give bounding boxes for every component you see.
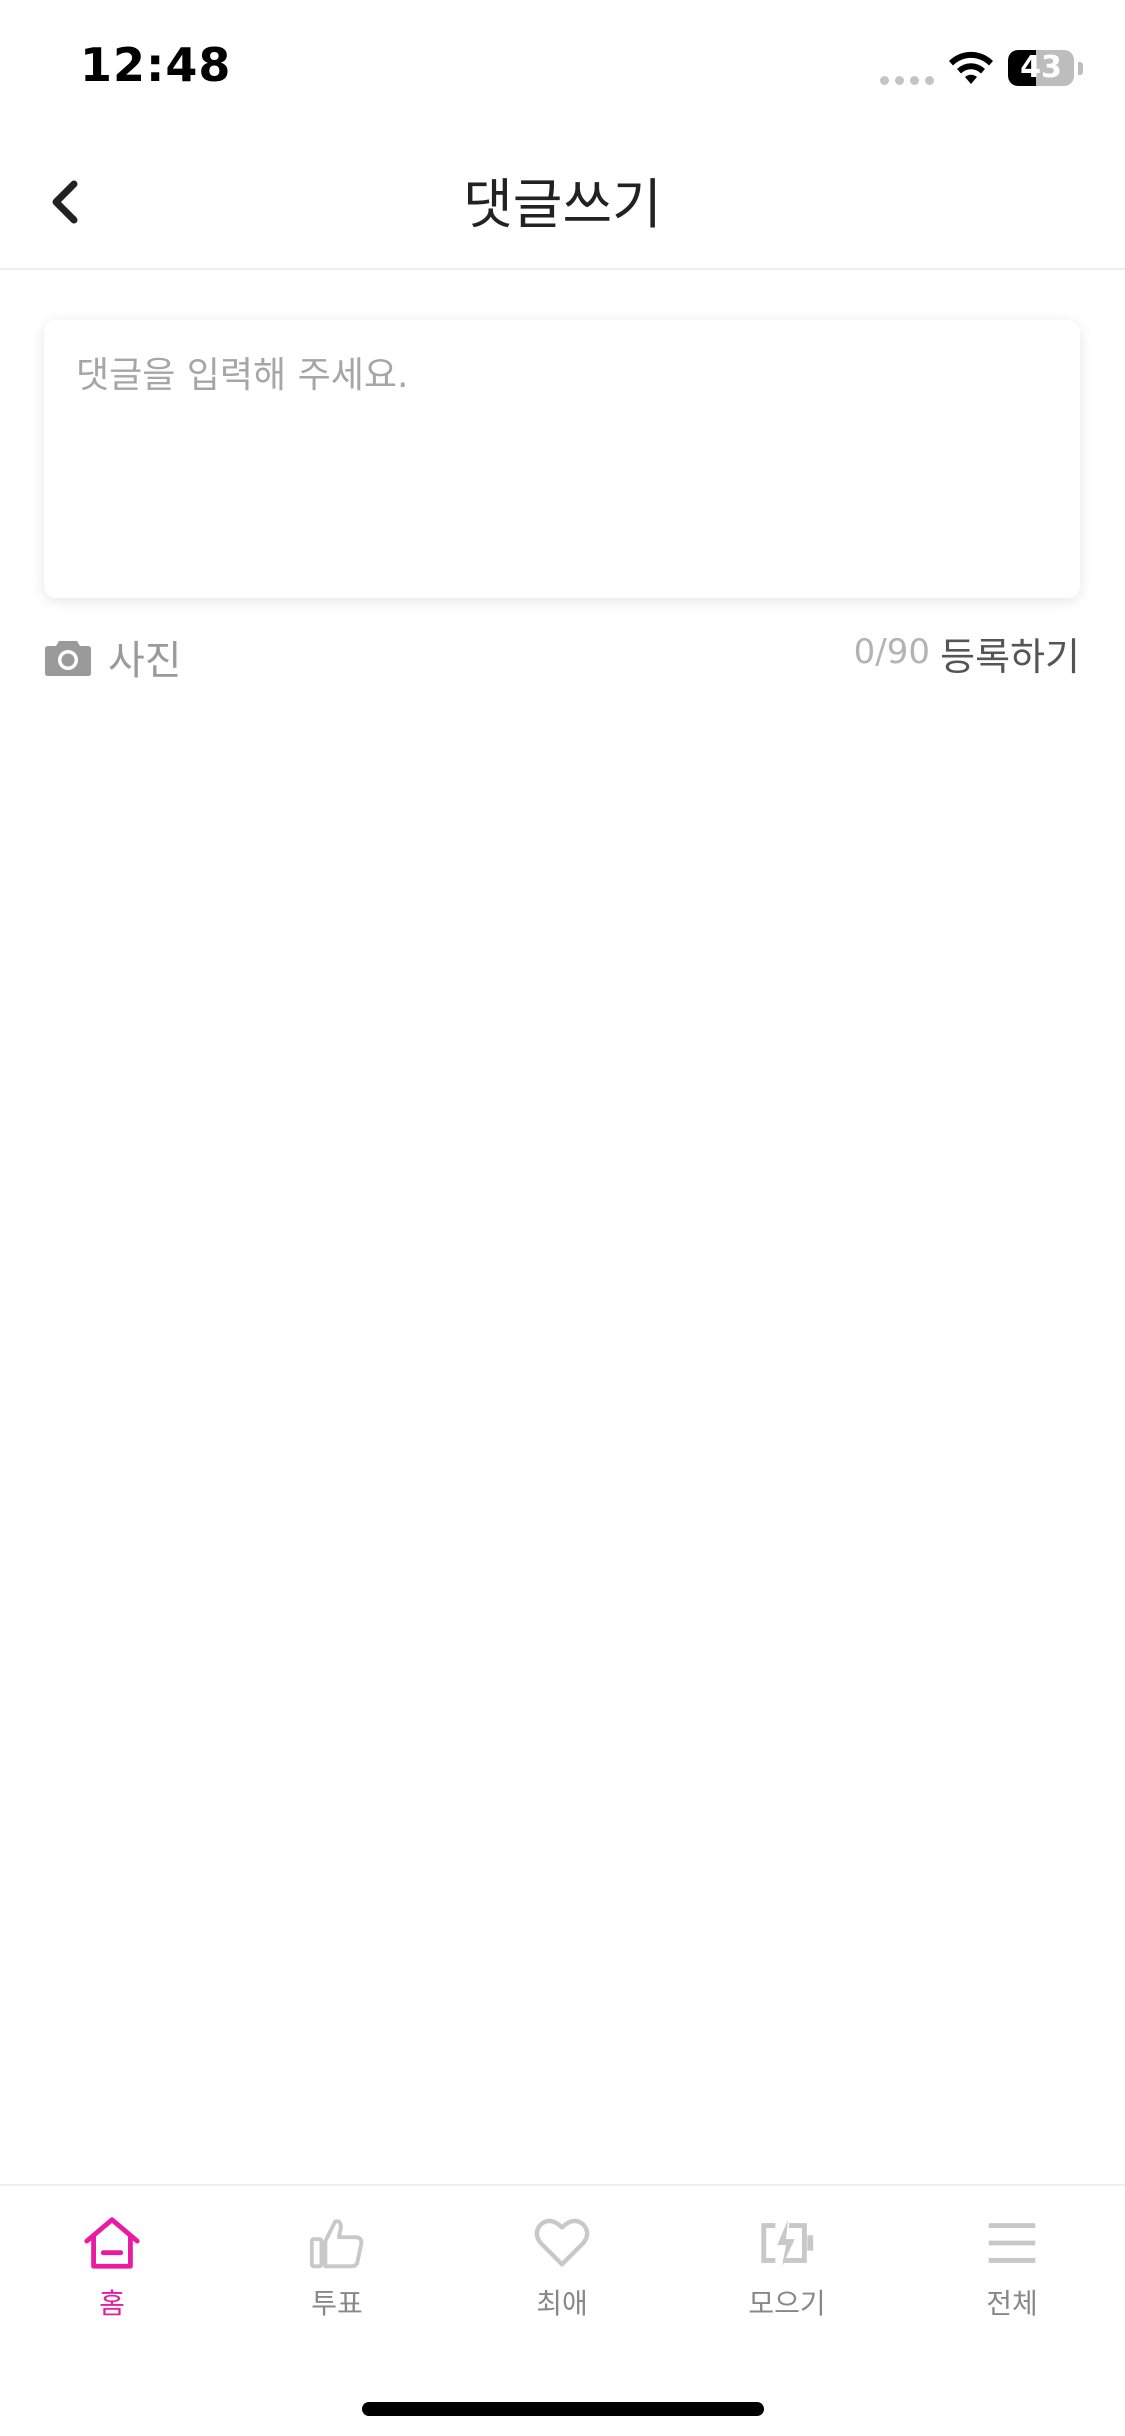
bottom-nav: 홈 투표 최애 모으기 전체 xyxy=(0,2184,1125,2436)
nav-item-favorite[interactable]: 최애 xyxy=(482,2212,642,2322)
nav-item-home[interactable]: 홈 xyxy=(32,2212,192,2322)
battery-icon: 43 xyxy=(1008,50,1074,86)
battery-charge-icon xyxy=(761,2219,814,2267)
camera-icon xyxy=(45,641,91,676)
home-indicator xyxy=(362,2402,764,2416)
nav-item-all[interactable]: 전체 xyxy=(932,2212,1092,2322)
status-bar: 12:48 43 xyxy=(0,0,1125,132)
nav-label-favorite: 최애 xyxy=(536,2287,588,2320)
nav-item-collect[interactable]: 모으기 xyxy=(707,2212,867,2322)
submit-button[interactable]: 등록하기 xyxy=(940,626,1080,681)
comment-toolbar: 사진 0/90 등록하기 xyxy=(44,620,1080,690)
battery-level: 43 xyxy=(1020,50,1062,85)
photo-button[interactable]: 사진 xyxy=(44,628,182,686)
heart-icon xyxy=(534,2218,590,2267)
character-counter: 0/90 xyxy=(853,632,930,672)
cellular-signal-icon xyxy=(880,76,934,85)
page: 12:48 43 댓글쓰기 댓글을 입력해 주세요. 사진 0/90 등록하기 … xyxy=(0,0,1125,2436)
menu-icon xyxy=(988,2223,1036,2263)
comment-input[interactable] xyxy=(44,320,1080,598)
wifi-icon xyxy=(949,51,993,84)
battery-tip xyxy=(1078,62,1083,75)
thumbs-up-icon xyxy=(309,2219,364,2269)
home-icon xyxy=(84,2217,140,2269)
nav-label-vote: 투표 xyxy=(311,2287,363,2320)
nav-label-all: 전체 xyxy=(986,2287,1038,2320)
nav-item-vote[interactable]: 투표 xyxy=(257,2212,417,2322)
nav-label-collect: 모으기 xyxy=(748,2287,826,2320)
nav-label-home: 홈 xyxy=(99,2287,125,2320)
comment-box xyxy=(44,320,1080,598)
status-time: 12:48 xyxy=(80,38,232,92)
header: 댓글쓰기 xyxy=(0,132,1125,270)
photo-label: 사진 xyxy=(108,638,182,684)
page-title: 댓글쓰기 xyxy=(463,173,662,236)
